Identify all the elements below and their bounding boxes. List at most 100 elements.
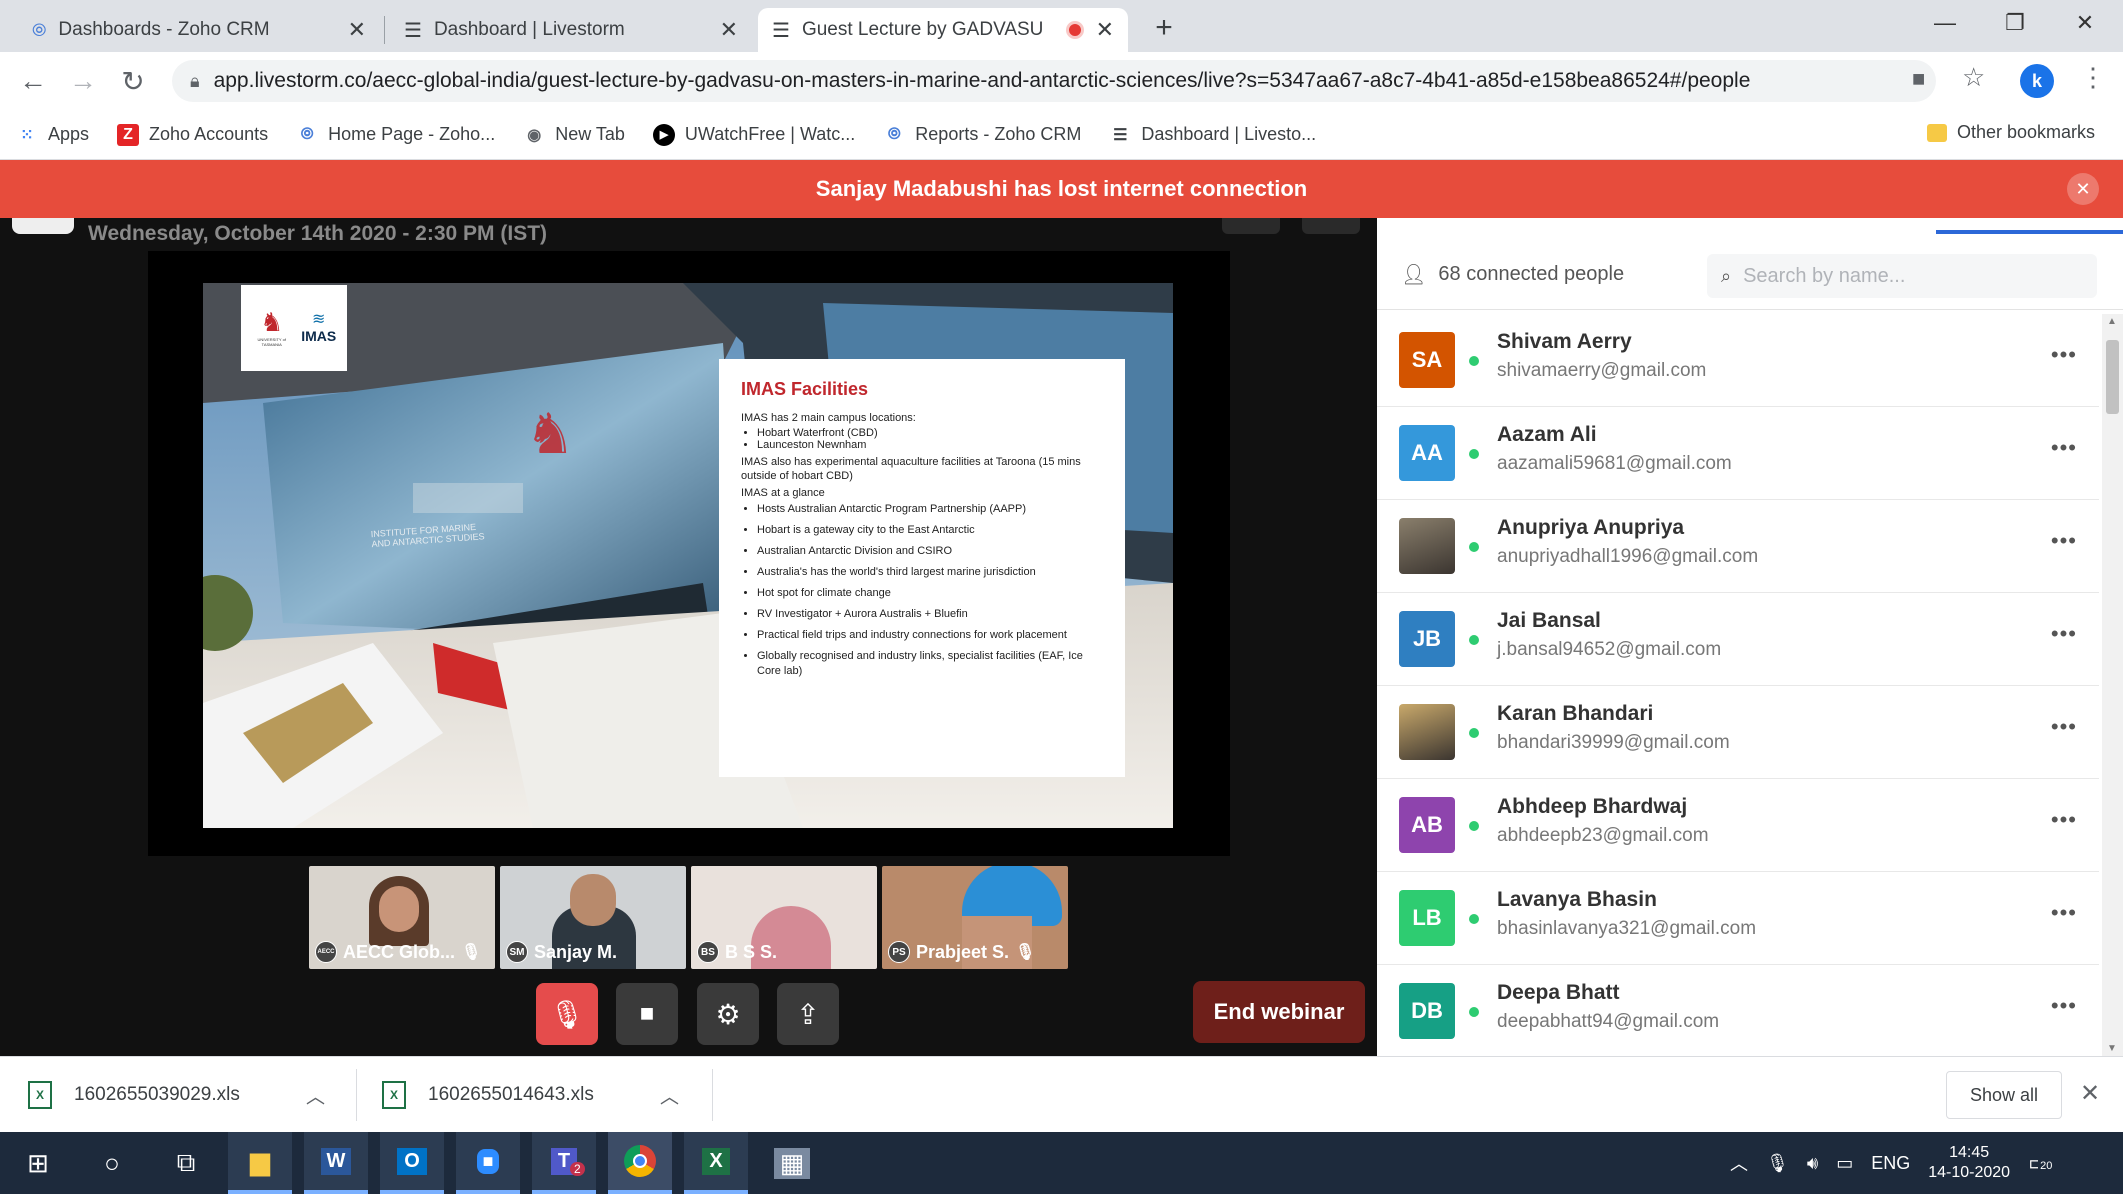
other-bookmarks[interactable]: Other bookmarks	[1926, 122, 2095, 143]
teams-badge: 2	[570, 1162, 585, 1176]
stage-toolbar-button[interactable]	[1222, 218, 1280, 234]
download-item[interactable]: X 1602655039029.xls ︿	[28, 1057, 325, 1133]
language-indicator[interactable]: ENG	[1871, 1153, 1910, 1174]
close-tab-icon[interactable]: ✕	[1096, 17, 1114, 43]
chevron-up-icon[interactable]: ︿	[660, 1082, 679, 1109]
tab-zoho-dashboards[interactable]: ⦾ Dashboards - Zoho CRM ✕	[18, 8, 380, 52]
person-row[interactable]: Anupriya Anupriya anupriyadhall1996@gmail…	[1377, 500, 2099, 593]
more-options-icon[interactable]: •••	[2051, 342, 2077, 368]
online-status-dot	[1469, 356, 1479, 366]
scroll-up-icon[interactable]: ▲	[2107, 316, 2117, 327]
bookmark-uwatchfree[interactable]: ▶ UWatchFree | Watc...	[652, 123, 855, 146]
minimize-button[interactable]: —	[1912, 0, 1978, 46]
close-tab-icon[interactable]: ✕	[348, 17, 366, 43]
person-row[interactable]: SA Shivam Aerry shivamaerry@gmail.com •••	[1377, 314, 2099, 407]
browser-menu-icon[interactable]: ⋮	[2080, 62, 2106, 93]
online-status-dot	[1469, 449, 1479, 459]
participant-tile-sanjay[interactable]: SM Sanjay M.	[500, 866, 686, 969]
close-downloads-icon[interactable]: ✕	[2080, 1079, 2100, 1108]
close-tab-icon[interactable]: ✕	[720, 17, 738, 43]
participant-initials: SM	[506, 941, 528, 963]
people-scrollbar[interactable]: ▲ ▼	[2102, 314, 2123, 1056]
bookmark-apps[interactable]: ⁙ Apps	[16, 124, 89, 146]
camera-icon: ■	[639, 1000, 655, 1027]
reload-button[interactable]: ↻	[114, 62, 152, 100]
file-explorer-button[interactable]: ▆	[228, 1132, 292, 1194]
zoom-button[interactable]: ■	[456, 1132, 520, 1194]
person-row[interactable]: DB Deepa Bhatt deepabhatt94@gmail.com •••	[1377, 965, 2099, 1056]
excel-button[interactable]: X	[684, 1132, 748, 1194]
participant-tile-bss[interactable]: BS B S S.	[691, 866, 877, 969]
chevron-up-icon[interactable]: ︿	[306, 1082, 325, 1109]
bookmark-zoho-reports[interactable]: ⦾ Reports - Zoho CRM	[883, 124, 1081, 146]
more-options-icon[interactable]: •••	[2051, 435, 2077, 461]
mic-muted-button[interactable]: 🎙︎	[536, 983, 598, 1045]
bookmark-new-tab[interactable]: ◉ New Tab	[523, 124, 625, 146]
bookmark-livestorm[interactable]: ☰ Dashboard | Livesto...	[1109, 124, 1316, 146]
more-options-icon[interactable]: •••	[2051, 714, 2077, 740]
forward-button[interactable]: →	[64, 62, 102, 100]
participant-tile-prabjeet[interactable]: PS Prabjeet S. 🎙︎	[882, 866, 1068, 969]
participant-face	[570, 874, 616, 926]
restore-button[interactable]: ❐	[1982, 0, 2048, 46]
download-filename: 1602655014643.xls	[428, 1084, 594, 1105]
show-hidden-icons-icon[interactable]: ︿	[1730, 1150, 1748, 1176]
scrollbar-thumb[interactable]	[2106, 340, 2119, 414]
microphone-icon[interactable]: 🎙︎	[1766, 1153, 1789, 1174]
profile-avatar[interactable]: k	[2020, 64, 2054, 98]
download-item[interactable]: X 1602655014643.xls ︿	[382, 1057, 679, 1133]
clock[interactable]: 14:45 14-10-2020	[1928, 1143, 2010, 1183]
screen-share-button[interactable]: ⇪	[777, 983, 839, 1045]
person-row[interactable]: AA Aazam Ali aazamali59681@gmail.com •••	[1377, 407, 2099, 500]
action-center-icon[interactable]: ▭20	[2028, 1150, 2055, 1176]
cortana-search-button[interactable]: ○	[80, 1132, 144, 1194]
recording-dot-icon	[1065, 21, 1084, 39]
online-status-dot	[1469, 1007, 1479, 1017]
bookmark-zoho-home[interactable]: ⦾ Home Page - Zoho...	[296, 124, 496, 146]
more-options-icon[interactable]: •••	[2051, 807, 2077, 833]
back-button[interactable]: ←	[14, 62, 52, 100]
address-bar[interactable]: 🔒︎ app.livestorm.co/aecc-global-india/gu…	[172, 60, 1936, 102]
volume-icon[interactable]: 🔊︎	[1807, 1153, 1818, 1174]
outlook-button[interactable]: O	[380, 1132, 444, 1194]
close-window-button[interactable]: ✕	[2052, 0, 2118, 46]
more-options-icon[interactable]: •••	[2051, 900, 2077, 926]
new-tab-button[interactable]: +	[1146, 10, 1182, 46]
bookmark-zoho-accounts[interactable]: Z Zoho Accounts	[117, 123, 268, 146]
teams-button[interactable]: T2	[532, 1132, 596, 1194]
tab-guest-lecture[interactable]: ☰ Guest Lecture by GADVASU ✕	[758, 8, 1128, 52]
person-row[interactable]: Karan Bhandari bhandari39999@gmail.com •••	[1377, 686, 2099, 779]
person-row[interactable]: JB Jai Bansal j.bansal94652@gmail.com •••	[1377, 593, 2099, 686]
tab-livestorm-dashboard[interactable]: ☰ Dashboard | Livestorm ✕	[390, 8, 752, 52]
chrome-button[interactable]	[608, 1132, 672, 1194]
people-panel: 👤︎ 68 connected people ⌕ Search by name.…	[1377, 218, 2123, 1056]
download-divider	[712, 1069, 713, 1121]
windows-start-button[interactable]: ⊞	[6, 1132, 70, 1194]
person-row[interactable]: LB Lavanya Bhasin bhasinlavanya321@gmail.c…	[1377, 872, 2099, 965]
calculator-button[interactable]: ▦	[760, 1132, 824, 1194]
camera-button[interactable]: ■	[616, 983, 678, 1045]
network-icon[interactable]: ▭	[1836, 1153, 1853, 1174]
close-banner-icon[interactable]: ✕	[2067, 173, 2099, 205]
stage-toolbar-button[interactable]	[1302, 218, 1360, 234]
screen-share-frame: ♞ UNIVERSITY of TASMANIA ≋ IMAS ♞ INSTIT…	[148, 251, 1230, 856]
participant-tile-aecc[interactable]: AECC AECC Glob... 🎙︎	[309, 866, 495, 969]
more-options-icon[interactable]: •••	[2051, 528, 2077, 554]
task-view-icon: ⧉	[176, 1147, 196, 1177]
end-webinar-button[interactable]: End webinar	[1193, 981, 1365, 1043]
scroll-down-icon[interactable]: ▼	[2107, 1043, 2117, 1054]
person-row[interactable]: AB Abhdeep Bhardwaj abhdeepb23@gmail.com ••…	[1377, 779, 2099, 872]
task-view-button[interactable]: ⧉	[154, 1132, 218, 1194]
online-status-dot	[1469, 914, 1479, 924]
download-divider	[356, 1069, 357, 1121]
settings-button[interactable]: ⚙	[697, 983, 759, 1045]
bookmark-star-icon[interactable]: ☆	[1962, 62, 1985, 93]
person-email: abhdeepb23@gmail.com	[1497, 825, 1709, 846]
more-options-icon[interactable]: •••	[2051, 993, 2077, 1019]
word-button[interactable]: W	[304, 1132, 368, 1194]
more-options-icon[interactable]: •••	[2051, 621, 2077, 647]
people-search-input[interactable]: ⌕ Search by name...	[1707, 254, 2097, 298]
camera-blocked-icon[interactable]: ■	[1912, 66, 1925, 92]
app-logo[interactable]	[12, 218, 74, 234]
show-all-downloads-button[interactable]: Show all	[1946, 1071, 2062, 1119]
